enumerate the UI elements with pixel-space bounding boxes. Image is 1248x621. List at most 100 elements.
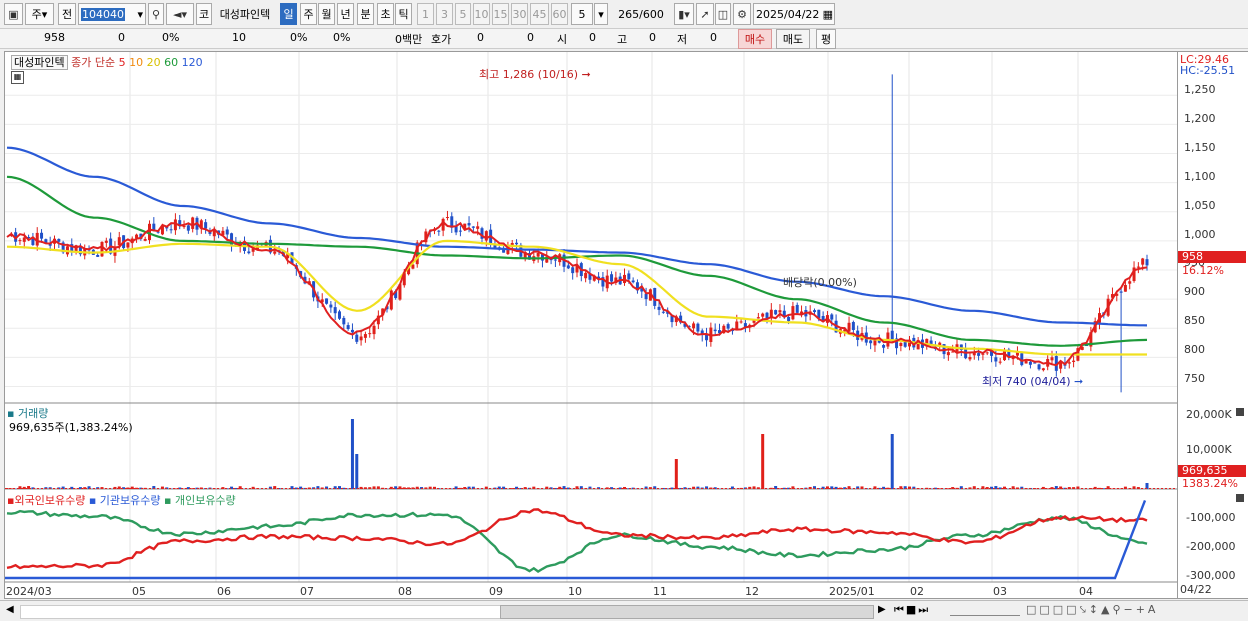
playback-controls[interactable]: ⏮■⏭	[894, 603, 930, 617]
x-axis-label-2: 06	[217, 585, 231, 598]
candle-body	[761, 313, 765, 317]
legend-ma20: 20	[146, 56, 161, 69]
holding-panel-close-icon[interactable]	[1236, 494, 1244, 502]
stock-name: 대성파인텍	[219, 8, 271, 21]
scroll-thumb[interactable]	[500, 605, 874, 619]
candle-body	[813, 310, 816, 313]
interval-value[interactable]: 5	[571, 3, 593, 25]
go-label: 고	[617, 33, 628, 46]
volume-bar	[761, 434, 765, 489]
sell-button[interactable]: 매도	[776, 29, 810, 49]
save-icon[interactable]: ◫	[715, 3, 731, 25]
candle-body	[100, 241, 104, 257]
hoga-2: 0	[527, 31, 534, 44]
chart-area[interactable]: 대성파인텍 종가 단순 5 10 20 60 120 ▦ 최고 1,286 (1…	[4, 51, 1178, 599]
interval-button-0[interactable]: 1	[417, 3, 434, 25]
count-value: 265	[618, 7, 640, 21]
candle-body	[1136, 266, 1140, 268]
candle-body	[22, 237, 26, 242]
candle-body	[610, 274, 614, 282]
candle-body	[40, 232, 44, 239]
quote-bar: 958 0 0% 10 0% 0% 0백만 호가 0 0 시 0 고 0 저 0…	[0, 28, 1248, 49]
volume-panel-close-icon[interactable]	[1236, 408, 1244, 416]
candle-body	[968, 357, 972, 360]
candle-body	[830, 314, 834, 320]
compare-button[interactable]: 전	[58, 3, 76, 25]
candle-type-icon[interactable]: ▮▾	[674, 3, 694, 25]
price-tick-3: 1,100	[1184, 169, 1216, 183]
jeo-label: 저	[677, 33, 688, 46]
candle-body	[1128, 281, 1132, 284]
candle-body	[946, 352, 950, 356]
bottom-scrollbar[interactable]: ◀ ▶ ⏮■⏭ □□□□⤥↕▲⚲−+A	[0, 600, 1248, 621]
grid-icon[interactable]: ▦	[11, 71, 24, 84]
interval-button-3[interactable]: 10	[473, 3, 490, 25]
interval-button-2[interactable]: 5	[455, 3, 471, 25]
scroll-left-icon[interactable]: ◀	[6, 604, 14, 615]
chart-settings-icon[interactable]: ▣	[4, 3, 23, 25]
draw-tool-icon[interactable]: ➚	[696, 3, 714, 25]
foreign-holding-line	[6, 508, 1148, 570]
count-field[interactable]: 265/600	[612, 3, 670, 25]
candle-body	[899, 342, 903, 347]
high-annotation: 최고 1,286 (10/16) ➞	[479, 68, 591, 81]
chart-tool-icons[interactable]: □□□□⤥↕▲⚲−+A	[1026, 603, 1158, 617]
calendar-icon: ▦	[822, 7, 833, 21]
candle-body	[985, 352, 989, 354]
candle-body	[644, 293, 648, 300]
period-button-3[interactable]: 년	[337, 3, 354, 25]
candle-body	[191, 217, 195, 229]
interval-dropdown[interactable]: ▾	[594, 3, 608, 25]
scroll-right-icon[interactable]: ▶	[878, 604, 886, 615]
candle-body	[1041, 368, 1045, 371]
period-button-6[interactable]: 틱	[395, 3, 412, 25]
candle-body	[795, 304, 799, 313]
candle-body	[1119, 291, 1123, 293]
candle-body	[566, 265, 570, 269]
hoga-1: 0	[477, 31, 484, 44]
x-axis-last-label: 04/22	[1180, 583, 1212, 596]
legend-ma-label: 종가 단순	[71, 56, 116, 69]
stock-code-input[interactable]: 104040 ▾	[78, 3, 146, 25]
interval-button-7[interactable]: 60	[551, 3, 568, 25]
price-tick-5: 1,000	[1184, 227, 1216, 241]
candle-body	[458, 230, 462, 232]
period-button-2[interactable]: 월	[318, 3, 335, 25]
period-button-1[interactable]: 주	[300, 3, 317, 25]
zoom-slider[interactable]	[950, 603, 1020, 616]
period-button-5[interactable]: 초	[377, 3, 394, 25]
candle-body	[57, 238, 61, 242]
period-button-0[interactable]: 일	[280, 3, 297, 25]
price-tick-0: 1,250	[1184, 83, 1216, 96]
scroll-track[interactable]	[20, 605, 502, 619]
holding-tick-2: -200,000	[1186, 540, 1236, 553]
interval-button-4[interactable]: 15	[492, 3, 509, 25]
interval-button-5[interactable]: 30	[511, 3, 528, 25]
buy-button[interactable]: 매수	[738, 29, 772, 49]
x-axis-label-6: 10	[568, 585, 582, 598]
avg-button[interactable]: 평	[816, 29, 836, 49]
volume-bar	[350, 419, 354, 489]
interval-button-6[interactable]: 45	[530, 3, 549, 25]
candle-body	[476, 226, 480, 229]
candle-body	[273, 251, 277, 254]
interval-button-1[interactable]: 3	[436, 3, 453, 25]
period-select-label: 주	[31, 8, 42, 21]
period-select[interactable]: 주 ▾	[25, 3, 54, 25]
candle-body	[882, 344, 886, 348]
volume-value: 969,635주(1,383.24%)	[9, 421, 133, 434]
volume-current-badge: 969,635	[1178, 465, 1246, 477]
candle-body	[977, 353, 981, 356]
period-button-4[interactable]: 분	[357, 3, 374, 25]
x-axis-label-11: 03	[993, 585, 1007, 598]
hoga-label: 호가	[431, 33, 452, 46]
gear-icon[interactable]: ⚙	[733, 3, 751, 25]
sound-icon[interactable]: ◄▾	[166, 3, 194, 25]
search-icon[interactable]: ⚲	[148, 3, 164, 25]
x-axis-label-12: 04	[1079, 585, 1093, 598]
candle-body	[726, 324, 730, 329]
candle-body	[350, 329, 354, 333]
date-input[interactable]: 2025/04/22 ▦	[753, 3, 835, 25]
legend-stock-name: 대성파인텍	[11, 55, 68, 70]
candle-body	[890, 330, 894, 340]
